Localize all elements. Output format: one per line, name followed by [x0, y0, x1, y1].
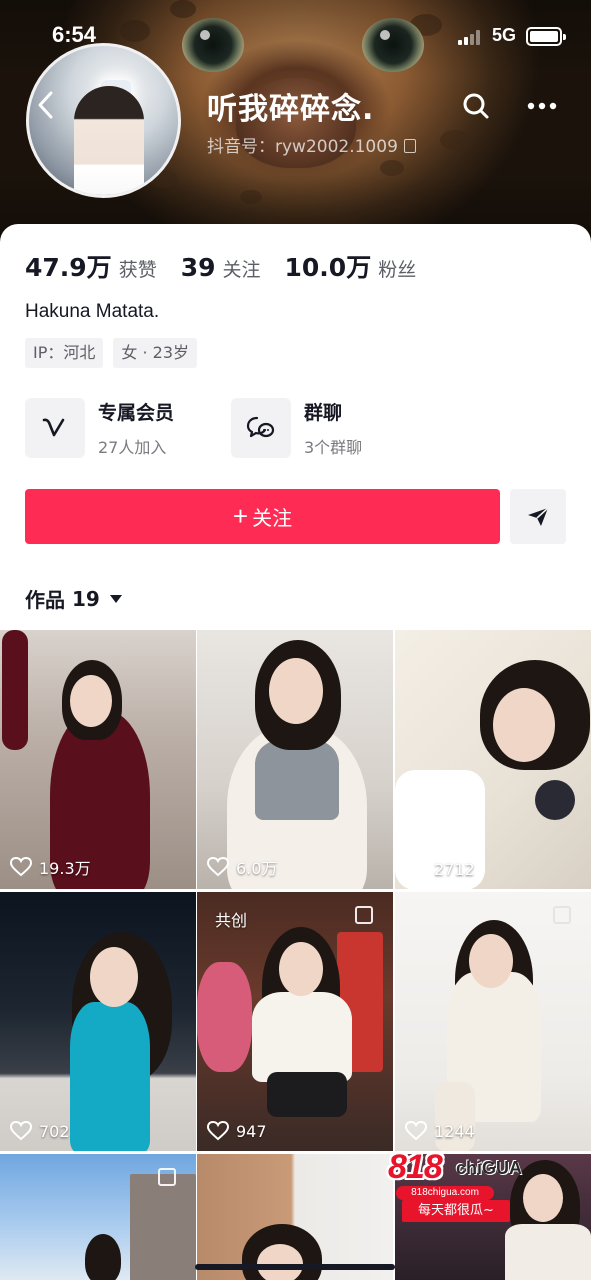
video-likes: 702	[10, 1121, 70, 1141]
search-button[interactable]	[460, 90, 492, 122]
ad-logo-brand: chiGUA	[456, 1158, 523, 1178]
back-button[interactable]	[36, 90, 62, 120]
followers-count: 10.0万	[284, 253, 372, 282]
home-indicator[interactable]	[195, 1264, 395, 1270]
likes-count: 47.9万	[25, 253, 112, 282]
video-tile[interactable]: 19.3万	[0, 630, 196, 889]
gender-age-tag: 女 · 23岁	[113, 338, 197, 368]
group-chat-title: 群聊	[304, 402, 343, 424]
stat-following[interactable]: 39 关注	[181, 253, 261, 282]
group-chat-entry[interactable]: 群聊 3个群聊	[231, 398, 362, 458]
battery-icon	[526, 27, 566, 46]
membership-subtitle: 27人加入	[98, 438, 167, 457]
video-tile[interactable]: 2712	[395, 630, 591, 889]
v-badge-icon	[25, 398, 85, 458]
share-button[interactable]	[510, 489, 566, 544]
stat-followers[interactable]: 10.0万 粉丝	[285, 248, 417, 284]
video-tile[interactable]: 1244	[395, 892, 591, 1151]
network-label: 5G	[492, 25, 517, 45]
membership-entry[interactable]: 专属会员 27人加入	[25, 398, 174, 458]
membership-title: 专属会员	[98, 402, 175, 424]
stat-likes[interactable]: 47.9万 获赞	[25, 248, 157, 284]
watermark-url: 818chigua.com	[396, 1186, 494, 1200]
douyin-id-text: 抖音号：ryw2002.1009	[207, 137, 398, 157]
video-tile[interactable]	[197, 1154, 393, 1280]
likes-count: 947	[236, 1121, 267, 1141]
plus-icon: +	[232, 501, 249, 531]
likes-count: 702	[39, 1121, 70, 1141]
follow-label: 关注	[252, 508, 293, 530]
video-tile[interactable]: 6.0万	[197, 630, 393, 889]
following-count: 39	[180, 253, 216, 282]
video-likes: 1244	[405, 1121, 475, 1141]
more-button[interactable]	[526, 93, 558, 119]
heart-outline-icon	[405, 1121, 427, 1141]
search-icon	[463, 93, 489, 119]
heart-outline-icon	[207, 857, 229, 877]
group-chat-subtitle: 3个群聊	[304, 438, 363, 457]
video-likes: 6.0万	[207, 855, 277, 879]
video-tile[interactable]	[0, 1154, 196, 1280]
profile-name: 听我碎碎念.	[207, 92, 375, 127]
video-likes: 19.3万	[10, 855, 91, 879]
works-tab[interactable]: 作品 19	[25, 584, 122, 613]
multi-image-icon	[553, 906, 571, 924]
watermark-slogan: 每天都很瓜~	[402, 1200, 510, 1222]
chevron-left-icon	[38, 91, 53, 119]
video-likes: 2712	[405, 859, 475, 879]
profile-tags: IP：河北 女 · 23岁	[25, 338, 207, 368]
followers-label: 粉丝	[378, 259, 417, 281]
stats-row: 47.9万 获赞 39 关注 10.0万 粉丝	[25, 248, 440, 284]
likes-count: 6.0万	[236, 859, 278, 878]
chat-bubble-icon	[231, 398, 291, 458]
profile-bio: Hakuna Matata.	[25, 301, 160, 322]
ip-location-tag: IP：河北	[25, 338, 104, 368]
multi-image-icon	[158, 1168, 176, 1186]
works-label: 作品	[25, 588, 65, 612]
ad-logo-number: 818	[388, 1148, 443, 1186]
video-likes: 947	[207, 1121, 267, 1141]
signal-icon	[458, 29, 484, 45]
following-label: 关注	[222, 259, 261, 281]
douyin-id[interactable]: 抖音号：ryw2002.1009	[207, 132, 416, 157]
likes-label: 获赞	[118, 259, 157, 281]
co-create-badge: 共创	[215, 911, 248, 930]
video-tile[interactable]: 702	[0, 892, 196, 1151]
works-count: 19	[72, 586, 100, 611]
likes-count: 19.3万	[39, 859, 91, 878]
paper-plane-icon	[528, 506, 549, 526]
follow-button[interactable]: + 关注	[25, 489, 500, 544]
likes-count: 2712	[434, 859, 475, 879]
likes-count: 1244	[434, 1121, 475, 1141]
video-tile[interactable]: 共创 947	[197, 892, 393, 1151]
heart-outline-icon	[207, 1121, 229, 1141]
multi-image-icon	[355, 906, 373, 924]
heart-outline-icon	[10, 1121, 32, 1141]
heart-outline-icon	[405, 859, 427, 879]
avatar[interactable]	[26, 43, 181, 198]
more-dots-icon	[527, 102, 557, 110]
copy-icon[interactable]	[403, 139, 416, 153]
heart-outline-icon	[10, 857, 32, 877]
caret-down-icon	[109, 594, 122, 603]
